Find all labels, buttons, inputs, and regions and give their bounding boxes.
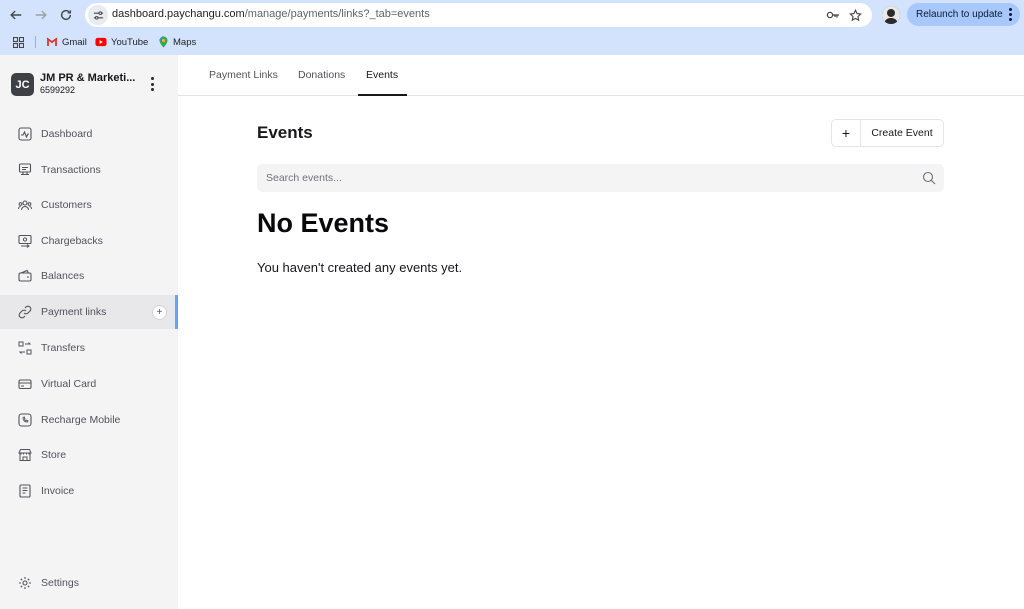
sidebar-item-transactions[interactable]: Transactions [0, 153, 178, 187]
sidebar-item-label: Chargebacks [41, 235, 103, 247]
sidebar-item-customers[interactable]: Customers [0, 188, 178, 222]
tab-payment-links[interactable]: Payment Links [209, 69, 278, 81]
plus-icon[interactable]: + [832, 120, 861, 146]
sidebar-item-payment-links[interactable]: Payment links + [0, 295, 178, 329]
account-name[interactable]: JM PR & Marketi... [40, 72, 135, 84]
account-initials: JC [15, 78, 30, 91]
sidebar-item-label: Store [41, 449, 67, 461]
active-tab-indicator [358, 94, 407, 96]
reload-icon[interactable] [56, 5, 76, 25]
sidebar-item-label: Recharge Mobile [41, 414, 121, 426]
transfers-icon [18, 341, 32, 355]
bookmark-star-icon[interactable] [847, 7, 863, 23]
sidebar-item-dashboard[interactable]: Dashboard [0, 117, 178, 151]
password-key-icon[interactable] [825, 7, 841, 23]
tab-events[interactable]: Events [366, 69, 398, 81]
tab-bar: Payment Links Donations Events [178, 55, 1024, 96]
create-event-button[interactable]: + Create Event [831, 119, 944, 147]
dashboard-icon [18, 127, 32, 141]
url-path: /manage/payments/links?_tab=events [244, 8, 430, 20]
sidebar-item-balances[interactable]: Balances [0, 259, 178, 293]
forward-arrow-icon[interactable] [31, 5, 51, 25]
gmail-icon [46, 36, 58, 48]
sidebar-item-invoice[interactable]: Invoice [0, 474, 178, 508]
address-bar[interactable]: dashboard.paychangu.com/manage/payments/… [85, 3, 872, 27]
transactions-icon [18, 163, 32, 177]
empty-state-message: You haven't created any events yet. [257, 260, 463, 275]
url-host: dashboard.paychangu.com [112, 8, 245, 20]
app-content: JC JM PR & Marketi... 6599292 Dashboard … [0, 55, 1024, 609]
maps-icon [157, 36, 169, 48]
account-avatar[interactable]: JC [11, 73, 34, 96]
sidebar-item-label: Invoice [41, 485, 75, 497]
gear-icon [18, 576, 32, 590]
sidebar-item-label: Transactions [41, 164, 101, 176]
chargebacks-icon [18, 234, 32, 248]
empty-state-title: No Events [257, 208, 390, 238]
browser-toolbar: dashboard.paychangu.com/manage/payments/… [0, 0, 1024, 30]
search-box [257, 164, 944, 192]
site-settings-icon[interactable] [88, 5, 108, 25]
sidebar-item-label: Payment links [41, 306, 107, 318]
relaunch-menu-icon [1008, 8, 1012, 21]
create-event-label[interactable]: Create Event [861, 127, 943, 139]
customers-icon [18, 198, 32, 212]
bookmark-youtube[interactable]: YouTube [95, 35, 148, 49]
add-payment-link-button[interactable]: + [152, 305, 167, 320]
invoice-icon [18, 484, 32, 498]
bookmark-label: Maps [173, 36, 197, 48]
sidebar-item-label: Customers [41, 199, 92, 211]
search-icon[interactable] [922, 171, 936, 185]
sidebar-item-label: Dashboard [41, 128, 93, 140]
relaunch-button[interactable]: Relaunch to update [907, 3, 1020, 26]
sidebar-item-chargebacks[interactable]: Chargebacks [0, 224, 178, 258]
sidebar-item-label: Virtual Card [41, 378, 97, 390]
store-icon [18, 448, 32, 462]
url-text: dashboard.paychangu.com/manage/payments/… [112, 8, 430, 20]
sidebar-item-settings[interactable]: Settings [0, 566, 178, 600]
sidebar: JC JM PR & Marketi... 6599292 Dashboard … [0, 55, 178, 609]
balances-icon [18, 269, 32, 283]
apps-grid-icon[interactable] [12, 35, 28, 49]
bookmarks-separator [35, 36, 36, 48]
youtube-icon [95, 36, 107, 48]
sidebar-item-recharge-mobile[interactable]: Recharge Mobile [0, 403, 178, 437]
sidebar-item-virtual-card[interactable]: Virtual Card [0, 367, 178, 401]
back-arrow-icon[interactable] [6, 5, 26, 25]
bookmark-label: YouTube [111, 36, 149, 48]
search-input[interactable] [257, 164, 917, 192]
sidebar-item-transfers[interactable]: Transfers [0, 331, 178, 365]
bookmarks-bar: Gmail YouTube Maps [0, 31, 1024, 53]
card-icon [18, 377, 32, 391]
relaunch-label: Relaunch to update [916, 9, 1003, 20]
bookmark-maps[interactable]: Maps [157, 35, 196, 49]
sidebar-item-label: Balances [41, 270, 85, 282]
tab-donations[interactable]: Donations [298, 69, 345, 81]
account-menu-icon[interactable] [146, 77, 158, 91]
sidebar-item-label: Transfers [41, 342, 85, 354]
sidebar-item-store[interactable]: Store [0, 438, 178, 472]
page-title: Events [257, 123, 313, 142]
profile-avatar[interactable] [882, 6, 900, 24]
phone-icon [18, 413, 32, 427]
bookmark-gmail[interactable]: Gmail [46, 35, 87, 49]
sidebar-item-label: Settings [41, 577, 79, 589]
bookmark-label: Gmail [62, 36, 87, 48]
account-id: 6599292 [40, 85, 76, 95]
link-icon [18, 305, 32, 319]
